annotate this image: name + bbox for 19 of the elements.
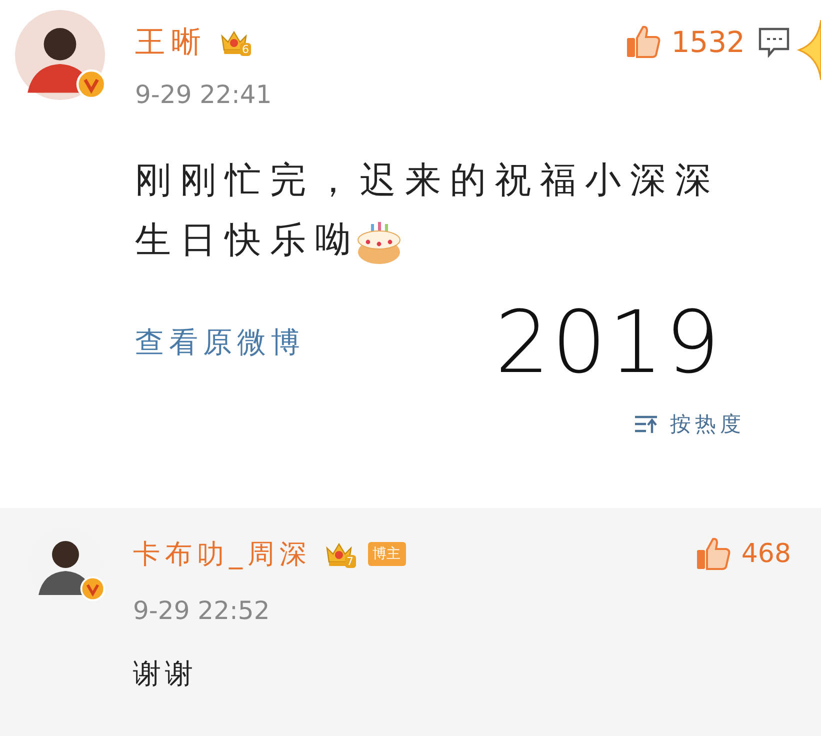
comment-text: 刚刚忙完，迟来的祝福小深深 bbox=[135, 159, 720, 203]
sort-button[interactable]: 按热度 bbox=[628, 409, 751, 439]
username[interactable]: 卡布叻_周深 bbox=[133, 536, 312, 572]
thumbs-up-icon[interactable] bbox=[695, 537, 732, 571]
username[interactable]: 王晰 bbox=[135, 22, 207, 62]
view-original-link[interactable]: 查看原微博 bbox=[135, 323, 305, 363]
blogger-badge: 博主 bbox=[368, 542, 406, 566]
comment-text: 生日快乐呦 bbox=[135, 219, 360, 263]
sort-icon bbox=[634, 414, 660, 434]
thumbs-up-icon[interactable] bbox=[625, 25, 662, 59]
timestamp: 9-29 22:52 bbox=[133, 596, 271, 625]
reply-text: 谢谢 bbox=[133, 656, 198, 692]
level-number: 6 bbox=[240, 43, 251, 56]
like-button[interactable]: 1532 bbox=[625, 25, 745, 59]
timestamp: 9-29 22:41 bbox=[135, 80, 273, 109]
handwritten-year: 2019 bbox=[495, 293, 722, 393]
like-button[interactable]: 468 bbox=[695, 537, 791, 571]
level-number: 7 bbox=[344, 555, 356, 568]
comment-icon[interactable] bbox=[757, 26, 791, 58]
